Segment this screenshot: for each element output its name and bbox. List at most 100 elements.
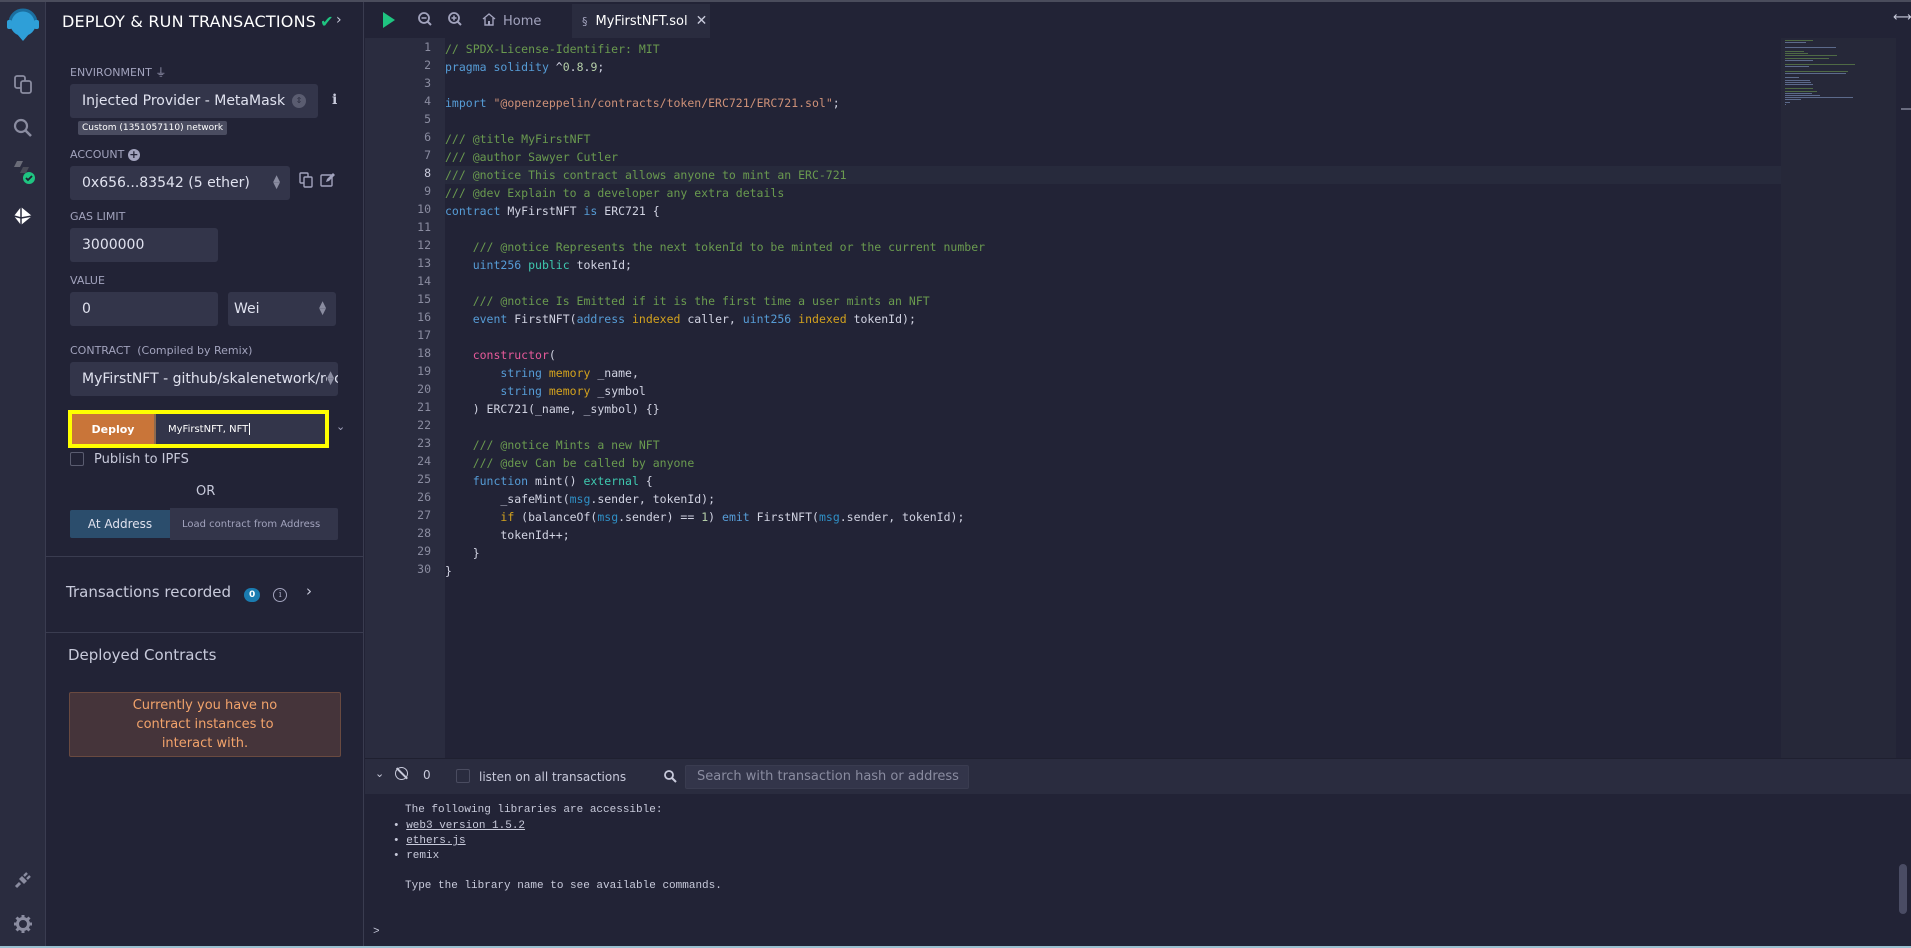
transactions-recorded-row[interactable]: Transactions recorded 0 i › (66, 582, 356, 608)
code-line[interactable]: ) ERC721(_name, _symbol) {} (445, 400, 660, 418)
code-line[interactable]: /// @notice This contract allows anyone … (445, 166, 1781, 184)
library-item[interactable]: • ethers.js (393, 835, 466, 847)
line-number: 15 (417, 292, 431, 306)
add-account-icon[interactable]: + (127, 149, 140, 161)
code-line[interactable]: string memory _name, (445, 364, 639, 382)
code-line[interactable]: import "@openzeppelin/contracts/token/ER… (445, 94, 840, 112)
minimap[interactable] (1781, 38, 1896, 758)
library-item[interactable]: • web3 version 1.5.2 (393, 820, 525, 832)
account-select[interactable]: 0x656...83542 (5 ether) ▲ ▼ (70, 166, 290, 200)
code-line[interactable]: /// @notice Is Emitted if it is the firs… (445, 292, 930, 310)
code-line[interactable]: } (445, 562, 452, 580)
terminal-prompt[interactable]: > (373, 926, 380, 938)
line-number: 29 (417, 544, 431, 558)
value-label: VALUE (70, 274, 105, 287)
code-line[interactable]: } (445, 544, 480, 562)
chevron-down-icon[interactable]: ⌄ (336, 420, 345, 433)
line-number: 22 (417, 418, 431, 432)
gas-limit-label: GAS LIMIT (70, 210, 126, 223)
transaction-search-input[interactable]: Search with transaction hash or address (685, 765, 969, 789)
at-address-button[interactable]: At Address (70, 510, 170, 538)
constructor-args-input[interactable]: MyFirstNFT, NFT (156, 414, 325, 444)
expand-horizontal-icon[interactable]: ⟷ (1893, 10, 1911, 25)
code-line[interactable]: constructor( (445, 346, 556, 364)
copy-icon[interactable] (298, 172, 314, 192)
chevron-right-icon[interactable]: › (336, 12, 342, 28)
zoom-in-icon[interactable] (447, 11, 463, 31)
editor-scrollbar[interactable] (1901, 108, 1911, 110)
plug-icon: ⏚ (155, 66, 167, 79)
plugin-manager-icon[interactable] (0, 862, 46, 898)
minimap-line (1785, 90, 1818, 92)
code-line[interactable]: /// @author Sawyer Cutler (445, 148, 618, 166)
line-number: 4 (424, 94, 431, 108)
info-circle-icon[interactable]: i (273, 588, 288, 602)
deploy-run-icon[interactable] (0, 198, 46, 234)
minimap-line (1785, 84, 1813, 85)
run-icon[interactable] (383, 12, 395, 28)
contract-select[interactable]: MyFirstNFT - github/skalenetwork/reci ▲ ▼ (70, 362, 338, 396)
code-line[interactable]: // SPDX-License-Identifier: MIT (445, 40, 660, 58)
gas-limit-input[interactable]: 3000000 (70, 228, 218, 262)
account-label: ACCOUNT + (70, 148, 140, 161)
code-area[interactable]: // SPDX-License-Identifier: MIT pragma so… (445, 38, 1781, 758)
close-icon[interactable]: ✕ (696, 13, 708, 29)
deploy-highlight: Deploy MyFirstNFT, NFT (68, 410, 329, 448)
minimap-line (1785, 66, 1810, 68)
minimap-line (1785, 99, 1802, 101)
code-line[interactable]: /// @notice Mints a new NFT (445, 436, 660, 454)
transactions-count-badge: 0 (244, 588, 261, 602)
code-line[interactable]: contract MyFirstNFT is ERC721 { (445, 202, 660, 220)
code-line[interactable]: /// @dev Explain to a developer any extr… (445, 184, 784, 202)
zoom-out-icon[interactable] (417, 11, 433, 31)
tab-home[interactable]: Home (481, 4, 571, 38)
value-input[interactable]: 0 (70, 292, 218, 326)
chevron-right-icon[interactable]: › (306, 582, 312, 600)
edit-icon[interactable] (320, 172, 336, 192)
publish-ipfs-checkbox[interactable] (70, 452, 84, 466)
file-explorer-icon[interactable] (0, 66, 46, 102)
minimap-line (1785, 64, 1856, 66)
code-line[interactable]: function mint() external { (445, 472, 653, 490)
section-divider (46, 632, 364, 633)
code-line[interactable]: uint256 public tokenId; (445, 256, 632, 274)
contract-label: CONTRACT (Compiled by Remix) (70, 344, 253, 357)
tab-myfirstnft-sol[interactable]: § MyFirstNFT.sol ✕ (572, 4, 710, 38)
terminal-intro: The following libraries are accessible: (405, 804, 663, 816)
code-line[interactable]: event FirstNFT(address indexed caller, u… (445, 310, 916, 328)
code-editor[interactable]: 1 2 3 4 5 6 7 8 9 10 11 12 13 14 15 16 17 18 19 20 21 22 23 24 2… (365, 38, 1911, 758)
code-line[interactable]: pragma solidity ^0.8.9; (445, 58, 604, 76)
code-line[interactable]: tokenId++; (445, 526, 569, 544)
code-line[interactable]: if (balanceOf(msg.sender) == 1) emit Fir… (445, 508, 964, 526)
value-unit-select[interactable]: Wei ▲ ▼ (228, 292, 336, 326)
code-line[interactable]: /// @dev Can be called by anyone (445, 454, 695, 472)
collapse-terminal-icon[interactable]: ⌄ (375, 767, 384, 780)
minimap-line (1785, 55, 1838, 57)
line-number: 23 (417, 436, 431, 450)
listen-checkbox[interactable] (456, 769, 470, 783)
minimap-line (1785, 77, 1800, 79)
code-line[interactable]: /// @notice Represents the next tokenId … (445, 238, 985, 256)
minimap-line (1785, 70, 1848, 72)
info-icon[interactable]: i (332, 92, 337, 108)
terminal-scrollbar[interactable] (1899, 864, 1907, 914)
line-number: 25 (417, 472, 431, 486)
code-line[interactable]: /// @title MyFirstNFT (445, 130, 590, 148)
code-line[interactable]: string memory _symbol (445, 382, 645, 400)
section-divider (46, 556, 364, 557)
line-number: 11 (417, 220, 431, 234)
line-number: 1 (424, 40, 431, 54)
terminal-hint: Type the library name to see available c… (405, 880, 722, 892)
environment-select[interactable]: Injected Provider - MetaMask ⇕ (70, 84, 318, 118)
minimap-line (1785, 59, 1813, 61)
settings-icon[interactable] (0, 906, 46, 942)
remix-logo-icon[interactable] (0, 4, 46, 46)
terminal-output: The following libraries are accessible: … (365, 794, 1911, 946)
search-icon[interactable] (0, 110, 46, 146)
panel-title-text: DEPLOY & RUN TRANSACTIONS (62, 12, 317, 31)
deploy-button[interactable]: Deploy (72, 414, 156, 444)
at-address-input[interactable]: Load contract from Address (170, 508, 338, 540)
solidity-compiler-icon[interactable] (0, 154, 46, 190)
code-line[interactable]: _safeMint(msg.sender, tokenId); (445, 490, 715, 508)
line-number: 17 (417, 328, 431, 342)
